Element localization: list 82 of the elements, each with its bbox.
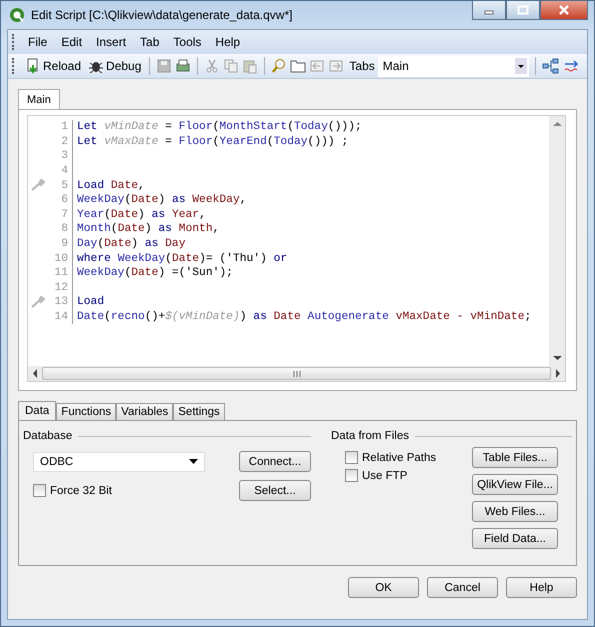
line-number: 4 [61,165,68,178]
maximize-button[interactable] [506,1,540,20]
reload-button[interactable]: Reload [25,58,84,74]
tabs-label: Tabs [349,59,375,73]
line-number: 2 [61,136,68,148]
code-line: WeekDay(Date) as WeekDay, [77,194,247,206]
scroll-right-icon[interactable] [555,369,561,378]
line-number: 9 [61,238,68,250]
file-button[interactable]: QlikView File... [472,474,558,495]
panel-tab[interactable]: Settings [173,403,225,420]
maximize-icon [517,5,529,15]
dialog-button[interactable]: Cancel [427,577,498,598]
search-icon[interactable] [271,58,288,74]
close-button[interactable] [540,1,588,20]
vertical-scrollbar[interactable] [549,116,565,366]
debug-button[interactable]: Debug [86,58,144,74]
line-number: 14 [54,311,68,324]
menu-item[interactable]: Tools [167,35,210,49]
line-number: 11 [54,267,68,280]
line-number: 3 [61,150,68,162]
select-button[interactable]: Select... [239,480,311,501]
window-title: Edit Script [C:\Qlikview\data\generate_data.qvw*] [31,8,292,22]
wrap-arrow-icon[interactable] [562,58,581,74]
panel-tab[interactable]: Data [18,401,56,420]
code-line: Load Date, [77,180,145,192]
menu-item[interactable]: File [22,35,56,49]
file-button[interactable]: Field Data... [472,528,558,549]
print-icon[interactable] [175,58,192,74]
checkbox[interactable] [345,469,358,482]
checkbox-label: Relative Paths [362,452,436,464]
menu-item[interactable]: Tab [134,35,168,49]
scroll-left-icon[interactable] [32,369,38,378]
scroll-thumb[interactable] [42,367,551,380]
app-icon [9,7,25,23]
scroll-down-icon[interactable] [552,355,562,361]
minimize-button[interactable] [472,1,506,20]
save-icon[interactable] [156,58,172,74]
line-number: 10 [54,252,68,265]
line-number: 5 [61,180,68,192]
panel-tab[interactable]: Functions [56,403,116,420]
line-number: 8 [61,223,68,236]
dialog-button[interactable]: OK [348,577,419,598]
panel-tab[interactable]: Variables [116,403,174,420]
scroll-up-icon[interactable] [552,121,562,127]
checkbox[interactable] [345,451,358,464]
file-button[interactable]: Web Files... [472,501,558,522]
code-line: Let vMinDate = Floor(MonthStart(Today())); [77,121,362,134]
code-line: where WeekDay(Date)= ('Thu') or [77,252,288,265]
line-number: 13 [54,296,68,308]
dialog-button[interactable]: Help [506,577,577,598]
line-number: 12 [54,282,68,294]
menu-item[interactable]: Edit [55,35,90,49]
code-line: Load [77,296,104,308]
checkbox-label: Force 32 Bit [50,484,112,496]
line-number: 6 [61,194,68,206]
close-icon [558,5,570,15]
code-line: Let vMaxDate = Floor(YearEnd(Today())) ; [77,136,348,148]
line-number: 7 [61,208,68,221]
code-line: Date(recno()+$(vMinDate)) as Date Autogenerate vMaxDate - vMinDate; [77,311,532,324]
menu-item[interactable]: Help [209,35,248,49]
code-line: Year(Date) as Year, [77,208,206,221]
folder-icon[interactable] [290,58,306,74]
checkbox-label: Use FTP [362,470,408,482]
code-line: Day(Date) as Day [77,238,186,250]
menu-item[interactable]: Insert [90,35,134,49]
group-title: Data from Files [331,430,409,442]
paste-icon[interactable] [242,58,258,74]
checkbox[interactable] [33,484,46,497]
copy-icon[interactable] [223,58,240,74]
line-number: 1 [61,121,68,134]
file-button[interactable]: Table Files... [472,447,558,468]
code-line: WeekDay(Date) =('Sun'); [77,267,233,280]
group-title: Database [23,430,72,442]
database-dropdown[interactable]: ODBC [33,452,205,472]
cut-icon[interactable] [204,58,220,74]
code-line: Month(Date) as Month, [77,223,220,236]
connect-button[interactable]: Connect... [239,451,311,472]
hierarchy-icon[interactable] [542,58,560,74]
script-tab[interactable]: Main [18,89,60,109]
horizontal-scrollbar[interactable] [28,366,565,381]
tabs-dropdown[interactable]: Main [378,56,529,76]
dropdown-arrow-icon [189,459,198,464]
